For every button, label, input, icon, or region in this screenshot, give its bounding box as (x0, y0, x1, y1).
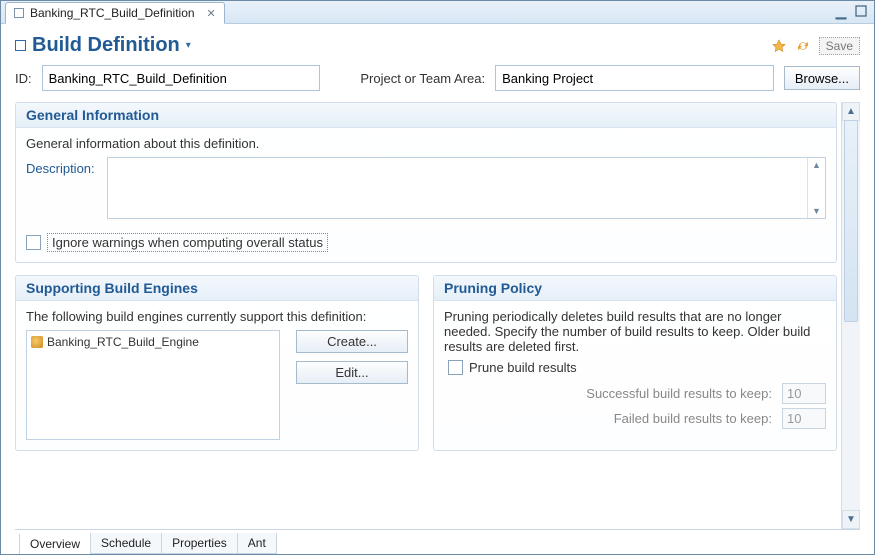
pruning-header: Pruning Policy (434, 276, 836, 301)
file-icon (14, 8, 24, 18)
engine-icon (31, 336, 43, 348)
engine-item-label: Banking_RTC_Build_Engine (47, 335, 199, 349)
engines-header: Supporting Build Engines (16, 276, 418, 301)
ignore-warnings-checkbox[interactable] (26, 235, 41, 250)
page-title-menu-icon[interactable]: ▾ (186, 40, 191, 51)
page-title: Build Definition (32, 34, 180, 57)
list-item[interactable]: Banking_RTC_Build_Engine (31, 335, 275, 349)
vertical-scrollbar[interactable]: ▲ ▼ (841, 102, 860, 529)
ignore-warnings-label: Ignore warnings when computing overall s… (47, 233, 328, 252)
id-input[interactable] (42, 65, 321, 91)
editor-tab-label: Banking_RTC_Build_Definition (30, 6, 195, 20)
refresh-icon[interactable] (795, 38, 811, 54)
description-textarea[interactable]: ▲▼ (107, 157, 826, 219)
prune-results-label: Prune build results (469, 360, 577, 375)
general-info-subtitle: General information about this definitio… (26, 136, 826, 151)
minimize-view-icon[interactable]: ▁ (834, 4, 848, 18)
scroll-up-icon[interactable]: ▲ (842, 102, 860, 121)
failed-keep-input: 10 (782, 408, 826, 429)
area-input[interactable] (495, 65, 774, 91)
pruning-subtitle: Pruning periodically deletes build resul… (444, 309, 826, 354)
close-tab-icon[interactable]: ✕ (207, 7, 216, 20)
pruning-section: Pruning Policy Pruning periodically dele… (433, 275, 837, 451)
editor-tab[interactable]: Banking_RTC_Build_Definition ✕ (5, 2, 225, 24)
tab-ant[interactable]: Ant (237, 533, 277, 554)
scroll-thumb[interactable] (844, 120, 858, 322)
tab-overview[interactable]: Overview (19, 534, 91, 554)
successful-keep-label: Successful build results to keep: (586, 386, 772, 401)
expand-section-icon[interactable] (15, 40, 26, 51)
description-label: Description: (26, 157, 95, 176)
tab-schedule[interactable]: Schedule (90, 533, 162, 554)
engines-list[interactable]: Banking_RTC_Build_Engine (26, 330, 280, 440)
scroll-down-icon[interactable]: ▼ (812, 206, 821, 216)
failed-keep-label: Failed build results to keep: (614, 411, 772, 426)
scroll-up-icon[interactable]: ▲ (812, 160, 821, 170)
area-label: Project or Team Area: (360, 71, 485, 86)
maximize-view-icon[interactable] (854, 4, 868, 18)
tab-properties[interactable]: Properties (161, 533, 238, 554)
general-info-section: General Information General information … (15, 102, 837, 263)
editor-tabbar: Banking_RTC_Build_Definition ✕ ▁ (1, 1, 874, 24)
prune-results-checkbox[interactable] (448, 360, 463, 375)
browse-button[interactable]: Browse... (784, 66, 860, 90)
engines-section: Supporting Build Engines The following b… (15, 275, 419, 451)
create-engine-button[interactable]: Create... (296, 330, 408, 353)
save-button: Save (819, 37, 860, 55)
action-icon-1[interactable] (771, 38, 787, 54)
engines-subtitle: The following build engines currently su… (26, 309, 408, 324)
general-info-header: General Information (16, 103, 836, 128)
description-scrollbar[interactable]: ▲▼ (807, 158, 825, 218)
scroll-down-icon[interactable]: ▼ (842, 510, 860, 529)
edit-engine-button[interactable]: Edit... (296, 361, 408, 384)
bottom-tabbar: Overview Schedule Properties Ant (15, 529, 860, 554)
id-label: ID: (15, 71, 32, 86)
successful-keep-input: 10 (782, 383, 826, 404)
